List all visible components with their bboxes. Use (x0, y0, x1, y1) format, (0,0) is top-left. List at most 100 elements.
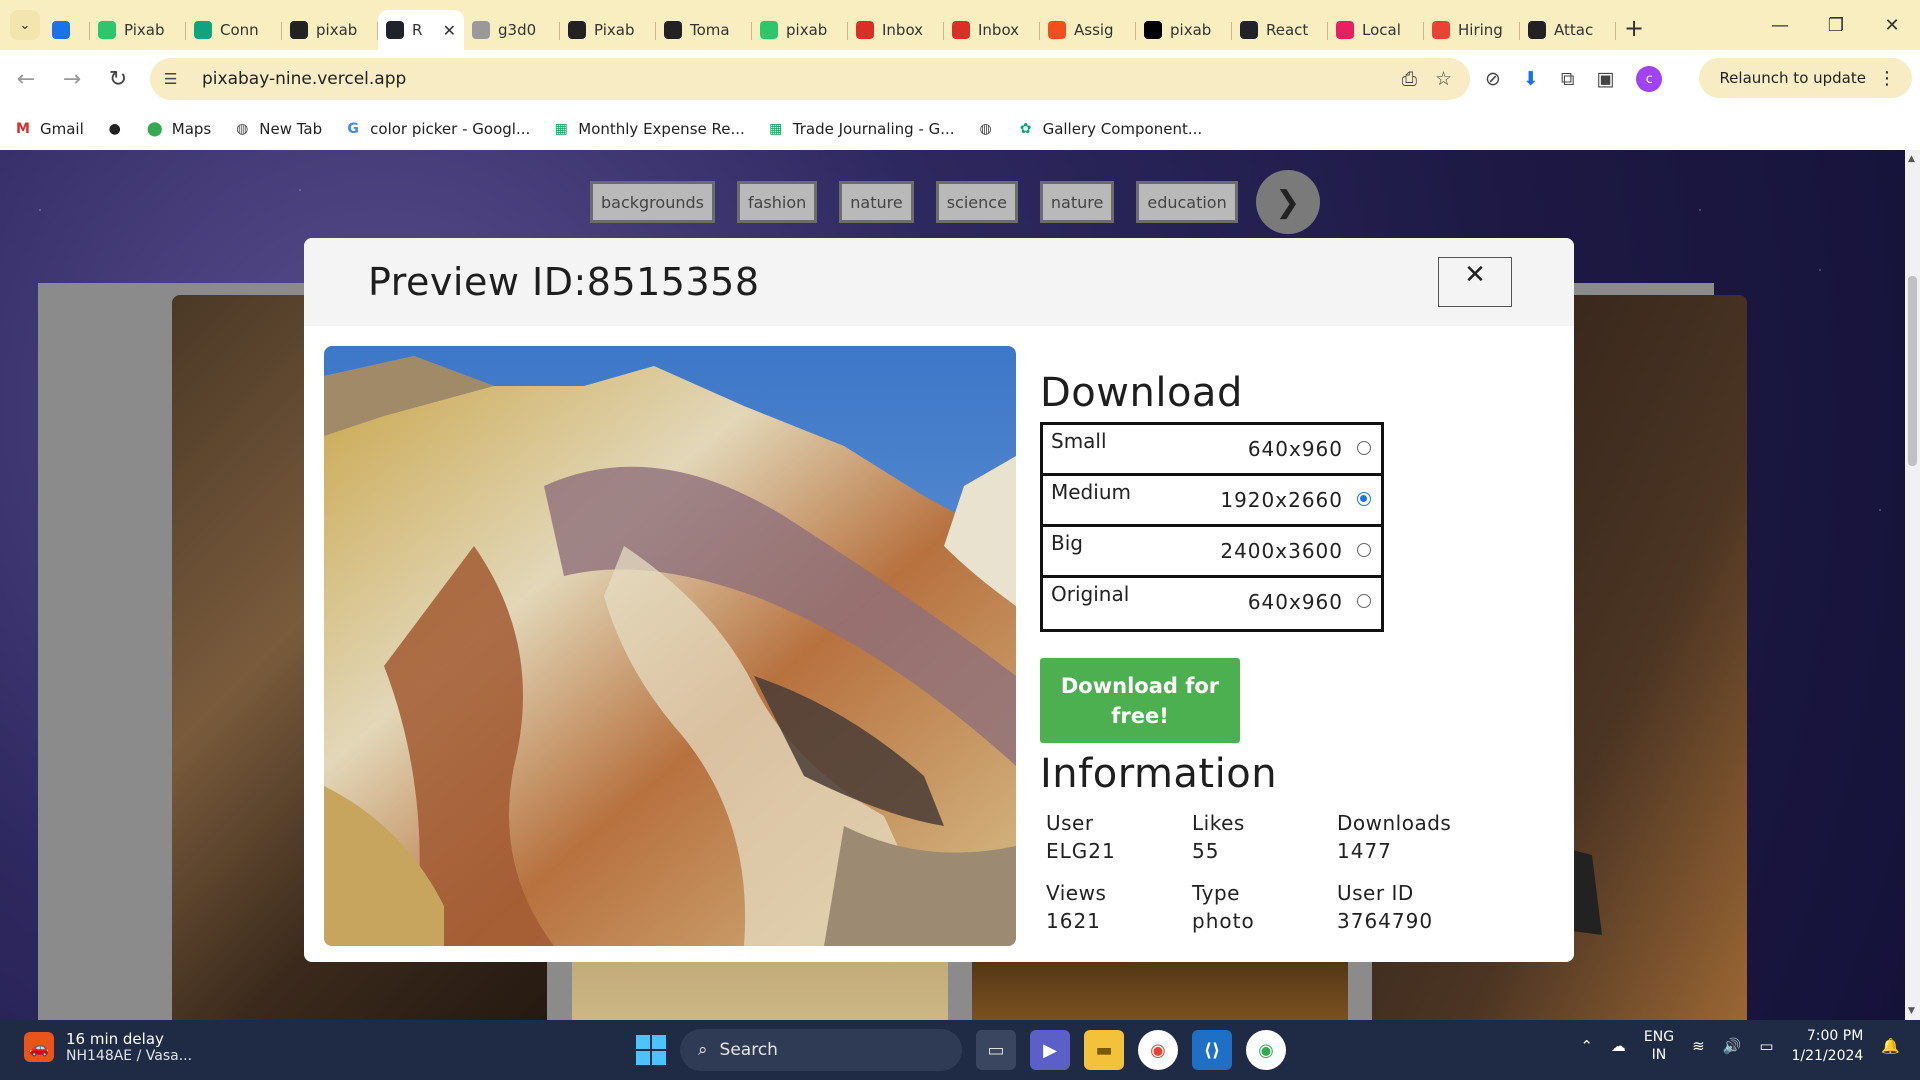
download-icon[interactable]: ⬇ (1523, 68, 1539, 90)
traffic-title: 16 min delay (66, 1030, 164, 1048)
globe-icon (472, 21, 490, 39)
browser-tab[interactable]: Pixab (560, 10, 656, 50)
scroll-down-icon[interactable]: ▼ (1908, 1006, 1915, 1016)
browser-tab[interactable]: g3d0 (464, 10, 560, 50)
bookmark-item[interactable]: M Gmail (14, 120, 84, 138)
relaunch-button[interactable]: Relaunch to update ⋮ (1699, 58, 1912, 98)
scrollbar-thumb[interactable] (1908, 276, 1917, 466)
tab-close-icon[interactable]: ✕ (443, 21, 456, 40)
browser-tab[interactable]: pixab (1136, 10, 1232, 50)
tag-button[interactable]: education (1136, 181, 1238, 223)
vscode-icon[interactable]: ⟨⟩ (1192, 1030, 1232, 1070)
language-indicator[interactable]: ENG IN (1644, 1028, 1674, 1064)
bookmark-item[interactable]: ● (106, 120, 124, 138)
size-option-small[interactable]: Small 640x960 (1043, 425, 1381, 476)
tag-button[interactable]: backgrounds (590, 181, 715, 223)
taskbar-search[interactable]: ⌕ Search (680, 1029, 962, 1071)
tag-button[interactable]: science (935, 181, 1018, 223)
bookmark-label: color picker - Googl... (370, 120, 531, 138)
extension-compass-icon[interactable]: ⊘ (1485, 68, 1501, 90)
size-option-big[interactable]: Big 2400x3600 (1043, 527, 1381, 578)
forward-button[interactable]: → (52, 59, 92, 99)
maximize-button[interactable]: ❐ (1808, 0, 1864, 50)
size-radio[interactable] (1357, 441, 1371, 455)
info-label: User ID (1337, 881, 1414, 905)
bookmark-item[interactable]: Gcolor picker - Googl... (344, 120, 530, 138)
page-scrollbar[interactable]: ▲ ▼ (1905, 150, 1920, 1020)
scroll-up-icon[interactable]: ▲ (1908, 154, 1915, 164)
browser-tab[interactable] (40, 10, 90, 50)
tab-label: Assig (1074, 21, 1114, 39)
browser-tab[interactable]: pixab (282, 10, 378, 50)
browser-tab[interactable]: pixab (752, 10, 848, 50)
chrome-icon[interactable]: ◉ (1138, 1030, 1178, 1070)
close-window-button[interactable]: ✕ (1864, 0, 1920, 50)
site-info-icon[interactable]: ☰ (164, 70, 192, 88)
bookmark-item[interactable]: ✿ Gallery Component... (1017, 120, 1202, 138)
v-icon (52, 21, 70, 39)
size-radio[interactable] (1357, 543, 1371, 557)
browser-tab[interactable]: Inbox (944, 10, 1040, 50)
volume-icon[interactable]: 🔊 (1723, 1037, 1742, 1055)
chevron-up-icon[interactable]: ⌃ (1580, 1037, 1593, 1055)
tag-button[interactable]: nature (1039, 181, 1115, 223)
minimize-button[interactable]: — (1752, 0, 1808, 50)
browser-tab[interactable]: React (1232, 10, 1328, 50)
tab-search-button[interactable]: ⌄ (10, 10, 40, 40)
modal-header: Preview ID:8515358 ✕ (304, 238, 1574, 326)
modal-close-button[interactable]: ✕ (1438, 257, 1512, 307)
reload-button[interactable]: ↻ (98, 59, 138, 99)
new-tab-button[interactable]: + (1616, 10, 1652, 46)
notification-bell-icon[interactable]: 🔔 (1881, 1037, 1900, 1055)
vercel-icon (1144, 21, 1162, 39)
tag-button[interactable]: nature (839, 181, 914, 223)
maps-icon: ⬤ (146, 121, 163, 137)
tab-label: Inbox (978, 21, 1020, 39)
chevron-down-icon: ⌄ (19, 17, 31, 33)
browser-tab[interactable]: Toma (656, 10, 752, 50)
size-option-medium[interactable]: Medium 1920x2660 (1043, 476, 1381, 527)
file-explorer-icon[interactable]: ▬ (1084, 1030, 1124, 1070)
side-panel-icon[interactable]: ▣ (1596, 68, 1614, 90)
profile-avatar[interactable]: c (1636, 66, 1663, 92)
back-button[interactable]: ← (6, 59, 46, 99)
browser-tab[interactable]: Attac (1520, 10, 1616, 50)
browser-tab[interactable]: Conn (186, 10, 282, 50)
bookmark-star-icon[interactable]: ☆ (1435, 68, 1452, 90)
browser-tab[interactable]: Assig (1040, 10, 1136, 50)
chrome-profile-icon[interactable]: ◉ (1246, 1030, 1286, 1070)
browser-tab[interactable]: Inbox (848, 10, 944, 50)
tag-button[interactable]: fashion (736, 181, 818, 223)
clock[interactable]: 7:00 PM 1/21/2024 (1792, 1026, 1864, 1066)
bookmark-item[interactable]: ◍ New Tab (233, 120, 322, 138)
size-radio[interactable] (1357, 594, 1371, 608)
tab-strip: ⌄ Pixab Conn pixab R ✕ g3d0 Pixab Toma pixab Inbo… (0, 0, 1920, 50)
extensions-puzzle-icon[interactable]: ⧉ (1561, 68, 1575, 90)
browser-tab[interactable]: Pixab (90, 10, 186, 50)
download-button[interactable]: Download for free! (1040, 658, 1240, 743)
bookmark-item[interactable]: ▦ Trade Journaling - G... (767, 120, 955, 138)
wifi-icon[interactable]: ≋ (1692, 1037, 1705, 1055)
bookmark-item[interactable]: ▦ Monthly Expense Re... (552, 120, 745, 138)
task-view-icon[interactable]: ▭ (976, 1030, 1016, 1070)
browser-tab[interactable]: R ✕ (378, 10, 464, 50)
bookmark-item[interactable]: ◍ (977, 120, 995, 138)
address-bar[interactable]: ☰ pixabay-nine.vercel.app ⎙ ☆ (150, 58, 1470, 100)
install-app-icon[interactable]: ⎙ (1402, 68, 1417, 90)
size-option-original[interactable]: Original 640x960 (1043, 578, 1381, 629)
traffic-widget[interactable]: 🚗 16 min delay NH148AE / Vasa... (24, 1030, 192, 1064)
info-type: Type photo (1192, 881, 1337, 933)
localhost-icon (1336, 21, 1354, 39)
size-radio[interactable] (1357, 492, 1371, 506)
url-text[interactable]: pixabay-nine.vercel.app (202, 69, 406, 89)
globe-icon: ◍ (979, 121, 992, 137)
teams-icon[interactable]: ▶ (1030, 1030, 1070, 1070)
onedrive-icon[interactable]: ☁ (1611, 1037, 1626, 1055)
bookmark-label: Trade Journaling - G... (792, 120, 955, 138)
bookmark-item[interactable]: ⬤ Maps (146, 120, 211, 138)
browser-tab[interactable]: Local (1328, 10, 1424, 50)
battery-icon[interactable]: ▭ (1759, 1037, 1773, 1055)
start-button[interactable] (636, 1035, 666, 1065)
tags-next-button[interactable]: ❯ (1255, 170, 1320, 234)
browser-tab[interactable]: Hiring (1424, 10, 1520, 50)
